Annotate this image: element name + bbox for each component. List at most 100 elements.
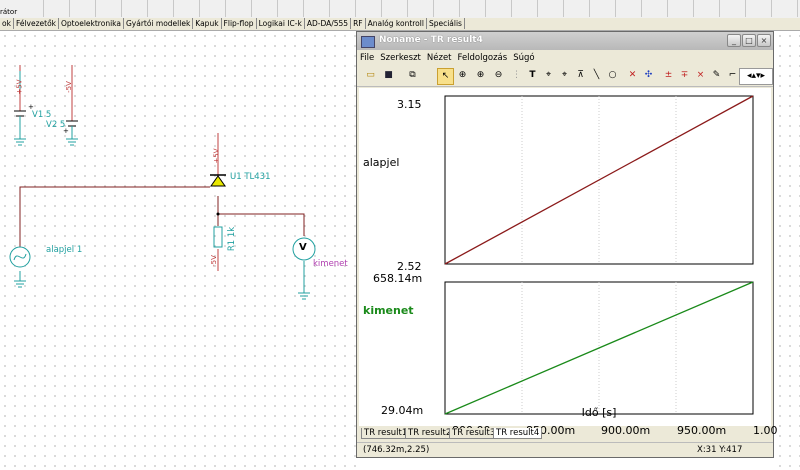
menu-edit[interactable]: Szerkeszt bbox=[377, 51, 424, 65]
component-button-1[interactable] bbox=[48, 0, 70, 17]
tab-tr-result4[interactable]: TR result4 bbox=[493, 428, 543, 439]
v1-source[interactable] bbox=[14, 65, 26, 146]
schematic-canvas-edge bbox=[775, 31, 800, 470]
component-button-15[interactable] bbox=[412, 0, 434, 17]
component-button-9[interactable] bbox=[256, 0, 278, 17]
component-button-20[interactable] bbox=[542, 0, 564, 17]
signal-source[interactable] bbox=[9, 246, 31, 268]
zoom-in-icon[interactable]: ⊕ bbox=[455, 68, 470, 83]
component-tab-9[interactable]: Analóg kontroll bbox=[366, 18, 427, 29]
probe-icon[interactable]: ✎ bbox=[709, 68, 724, 83]
component-button-19[interactable] bbox=[516, 0, 538, 17]
circle-icon[interactable]: ○ bbox=[605, 68, 620, 83]
menu-process[interactable]: Feldolgozás bbox=[455, 51, 511, 65]
tab-tr-result3[interactable]: TR result3 bbox=[449, 428, 499, 439]
result-window[interactable]: Noname - TR result4 _ □ × File Szerkeszt N… bbox=[356, 31, 778, 458]
component-tab-3[interactable]: Gyártói modellek bbox=[124, 18, 194, 29]
component-button-10[interactable] bbox=[282, 0, 304, 17]
component-tab-7[interactable]: AD-DA/555 bbox=[305, 18, 352, 29]
component-button-28[interactable] bbox=[750, 0, 772, 17]
component-tab-0[interactable]: ok bbox=[0, 18, 14, 29]
component-button-3[interactable] bbox=[100, 0, 122, 17]
line-icon[interactable]: ╲ bbox=[589, 68, 604, 83]
component-button-17[interactable] bbox=[464, 0, 486, 17]
component-button-23[interactable] bbox=[620, 0, 642, 17]
component-tab-10[interactable]: Speciális bbox=[427, 18, 465, 29]
component-tab-1[interactable]: Félvezetők bbox=[14, 18, 60, 29]
wires bbox=[14, 133, 310, 300]
window-toolbar: ▭ ■ ⧉ ↖ ⊕ ⊕ ⊖ ⋮ T ⌖ ⌖ ⊼ ╲ ○ ✕ ✣ ± ∓ × ✎ … bbox=[357, 66, 773, 87]
component-button-11[interactable] bbox=[308, 0, 330, 17]
component-button-2[interactable] bbox=[74, 0, 96, 17]
y-tick-bottom-2: 29.04m bbox=[381, 404, 424, 417]
component-button-13[interactable] bbox=[360, 0, 382, 17]
component-button-21[interactable] bbox=[568, 0, 590, 17]
pointer-icon[interactable]: ↖ bbox=[437, 68, 454, 85]
save-icon[interactable]: ■ bbox=[381, 68, 396, 83]
grid-icon[interactable]: ⋮ bbox=[509, 68, 524, 83]
marker-icon[interactable]: ⊼ bbox=[573, 68, 588, 83]
angle-icon[interactable]: ⌐ bbox=[725, 68, 740, 83]
cursor-a-icon[interactable]: ⌖ bbox=[541, 68, 556, 83]
crosshair-icon[interactable]: ✣ bbox=[641, 68, 656, 83]
component-tab-4[interactable]: Kapuk bbox=[193, 18, 222, 29]
add-icon[interactable]: ± bbox=[661, 68, 676, 83]
component-button-12[interactable] bbox=[334, 0, 356, 17]
component-tab-8[interactable]: RF bbox=[351, 18, 366, 29]
component-button-7[interactable] bbox=[204, 0, 226, 17]
cursor-b-icon[interactable]: ⌖ bbox=[557, 68, 572, 83]
component-tab-2[interactable]: Optoelektronika bbox=[59, 18, 124, 29]
menu-view[interactable]: Nézet bbox=[424, 51, 455, 65]
y-tick-top-1: 3.15 bbox=[397, 98, 422, 111]
r1-supply-label: -5V bbox=[209, 255, 218, 267]
plot-area[interactable]: Idő [s] alapjel kimenet 3.15 2.52 658.14… bbox=[359, 88, 778, 437]
component-button-24[interactable] bbox=[646, 0, 668, 17]
chart-svg: Idő [s] bbox=[444, 95, 754, 419]
component-tab-6[interactable]: Logikai IC-k bbox=[257, 18, 305, 29]
x-axis-label: Idő [s] bbox=[582, 406, 617, 419]
schematic-canvas[interactable]: +5V -5V + + V1 5 V2 5 +5V U1 TL431 R1 1k… bbox=[0, 31, 358, 470]
text-icon[interactable]: T bbox=[525, 68, 540, 83]
multiply-icon[interactable]: × bbox=[693, 68, 708, 83]
component-button-0[interactable] bbox=[22, 0, 44, 17]
component-button-5[interactable] bbox=[152, 0, 174, 17]
component-button-22[interactable] bbox=[594, 0, 616, 17]
component-button-29[interactable] bbox=[776, 0, 798, 17]
app-icon bbox=[361, 36, 375, 48]
menu-file[interactable]: File bbox=[357, 51, 377, 65]
zoom-out-icon[interactable]: ⊖ bbox=[491, 68, 506, 83]
open-icon[interactable]: ▭ bbox=[363, 68, 378, 83]
window-title-bar[interactable]: Noname - TR result4 _ □ × bbox=[357, 32, 773, 50]
component-button-14[interactable] bbox=[386, 0, 408, 17]
component-button-8[interactable] bbox=[230, 0, 252, 17]
maximize-button[interactable]: □ bbox=[742, 34, 756, 47]
v1-label: V1 5 bbox=[32, 110, 52, 120]
zoom-in2-icon[interactable]: ⊕ bbox=[473, 68, 488, 83]
component-button-16[interactable] bbox=[438, 0, 460, 17]
u1-supply-label: +5V bbox=[212, 148, 221, 164]
minimize-button[interactable]: _ bbox=[727, 34, 741, 47]
copy-icon[interactable]: ⧉ bbox=[405, 68, 420, 83]
close-button[interactable]: × bbox=[757, 34, 771, 47]
component-button-18[interactable] bbox=[490, 0, 512, 17]
arrows-icon[interactable]: ◂▴▾▸ bbox=[739, 68, 773, 85]
tab-tr-result2[interactable]: TR result2 bbox=[405, 428, 455, 439]
r1-resistor[interactable] bbox=[213, 226, 223, 248]
menu-help[interactable]: Súgó bbox=[510, 51, 537, 65]
tab-tr-result1[interactable]: TR result1 bbox=[361, 428, 411, 439]
u1-label: U1 TL431 bbox=[230, 172, 271, 182]
component-button-6[interactable] bbox=[178, 0, 200, 17]
component-button-26[interactable] bbox=[698, 0, 720, 17]
component-button-25[interactable] bbox=[672, 0, 694, 17]
component-button-4[interactable] bbox=[126, 0, 148, 17]
subtract-icon[interactable]: ∓ bbox=[677, 68, 692, 83]
v2-supply-label: -5V bbox=[64, 81, 73, 93]
component-toolbar: rátor bbox=[0, 0, 800, 19]
tangent-icon[interactable]: ✕ bbox=[625, 68, 640, 83]
series-name-kimenet: kimenet bbox=[363, 304, 414, 317]
component-button-27[interactable] bbox=[724, 0, 746, 17]
r1-label: R1 1k bbox=[227, 226, 238, 252]
result-tabs: TR result1 TR result2 TR result3 TR resu… bbox=[359, 428, 771, 440]
component-tab-5[interactable]: Flip-flop bbox=[222, 18, 257, 29]
toolbar-label: rátor bbox=[0, 8, 18, 16]
